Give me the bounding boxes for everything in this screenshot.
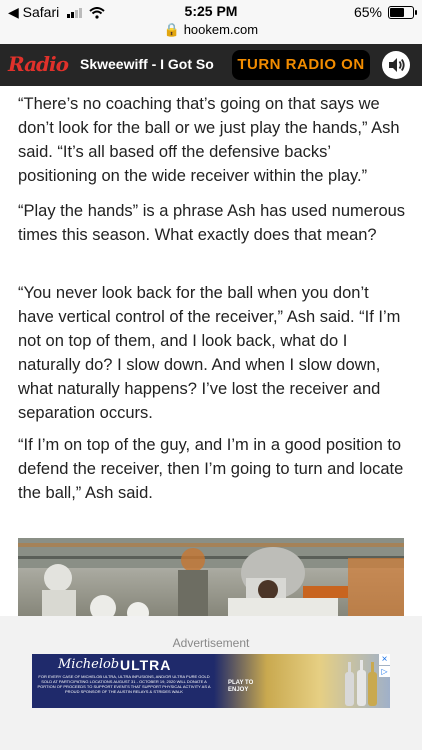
speaker-icon [389,58,405,72]
ad-banner[interactable]: Michelob ULTRA FOR EVERY CASE OF MICHELO… [32,654,390,708]
url-text: hookem.com [183,22,259,37]
radio-logo[interactable]: Radio [8,52,69,76]
ad-choices-icon[interactable]: ▷ [379,666,390,677]
article-paragraph: “You never look back for the ball when y… [18,284,401,422]
battery-icon [388,5,417,19]
ad-brand-name: ULTRA [120,657,172,673]
battery-percent: 65% [353,4,382,20]
status-bar: ◀ Safari 5:25 PM 🔒 hookem.com 65% [0,0,422,44]
volume-button[interactable] [382,51,410,79]
battery-status: 65% [353,4,417,20]
article-body: “There’s no coaching that’s going on tha… [0,86,422,616]
article-paragraph: “There’s no coaching that’s going on tha… [18,95,400,185]
ad-fine-print: FOR EVERY CASE OF MICHELOB ULTRA, ULTRA … [37,674,211,694]
article-paragraph: “Play the hands” is a phrase Ash has use… [18,202,406,244]
beer-bottles-image [345,660,377,706]
ad-label: Advertisement [172,636,250,650]
address-bar[interactable]: 🔒 hookem.com [0,22,422,38]
now-playing-title: Skweewiff - I Got So [80,56,214,72]
article-photo [18,538,404,616]
ad-cta: PLAY TO ENJOY [228,680,254,693]
turn-radio-on-button[interactable]: TURN RADIO ON [232,50,370,80]
football-players-image [18,538,404,616]
ad-close-icon[interactable]: × [379,654,390,665]
ad-brand-script: Michelob [58,657,120,672]
lock-icon: 🔒 [163,22,181,37]
battery-fill [390,7,405,17]
article-paragraph: “If I’m on top of the guy, and I’m in a … [18,436,404,502]
ad-container: Advertisement Michelob ULTRA FOR EVERY C… [0,616,422,750]
